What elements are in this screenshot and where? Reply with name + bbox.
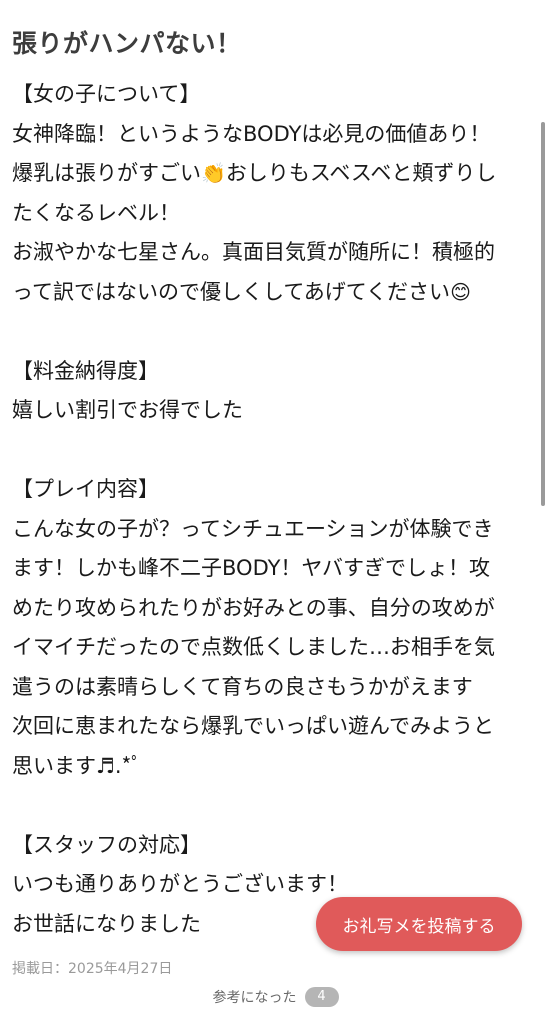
review-title: 張りがハンパない！ bbox=[12, 29, 242, 58]
review-text-fragment: って訳ではないので優しくしてあげてください bbox=[12, 279, 451, 304]
review-text-line: こんな女の子が？ってシチュエーションが体験でき bbox=[12, 516, 494, 541]
review-text-line: 女神降臨！というようなBODYは必見の価値あり！ bbox=[12, 121, 491, 146]
review-text-line: ます！しかも峰不二子BODY！ヤバすぎでしょ！攻 bbox=[12, 556, 490, 580]
review-text-line: イマイチだったので点数低くしました…お相手を気 bbox=[12, 635, 495, 659]
review-body: 【女の子について】 女神降臨！というようなBODYは必見の価値あり！ 爆乳は張り… bbox=[12, 75, 538, 944]
helpful-count-badge: 4 bbox=[304, 987, 339, 1007]
review-text-line: 遣うのは素晴らしくて育ちの良さもうかがえます bbox=[12, 674, 473, 699]
review-text-fragment: おしりもスベスベと頬ずりし bbox=[225, 161, 497, 185]
section-heading-staff: 【スタッフの対応】 bbox=[12, 832, 201, 857]
review-text-line: 嬉しい割引でお得でした bbox=[12, 398, 243, 422]
clapping-hands-icon: 👏 bbox=[201, 161, 226, 185]
helpful-label: 参考になった bbox=[212, 990, 297, 1006]
review-text-line: お淑やかな七星さん。真面目気質が随所に！積極的 bbox=[12, 240, 495, 264]
helpful-button[interactable]: 参考になった 4 bbox=[0, 987, 551, 1007]
review-text-line: って訳ではないので優しくしてあげてください😊 bbox=[12, 273, 538, 313]
section-heading-girl: 【女の子について】 bbox=[12, 82, 201, 106]
section-heading-price: 【料金納得度】 bbox=[12, 358, 159, 383]
review-text-line: 爆乳は張りがすごい👏おしりもスベスベと頬ずりし bbox=[12, 154, 538, 194]
section-heading-play: 【プレイ内容】 bbox=[12, 477, 159, 501]
review-text-line: めたり攻められたりがお好みとの事、自分の攻めが bbox=[12, 595, 495, 620]
smiling-face-icon: 😊 bbox=[450, 279, 471, 304]
vertical-scrollbar[interactable] bbox=[541, 122, 545, 506]
post-thank-you-photo-button[interactable]: お礼写メを投稿する bbox=[316, 897, 522, 951]
review-text-line: 思います♬.*ﾟ bbox=[12, 753, 142, 778]
review-text-line: たくなるレベル！ bbox=[12, 200, 180, 225]
review-text-fragment: 爆乳は張りがすごい bbox=[12, 161, 201, 185]
posted-date: 掲載日：2025年4月27日 bbox=[12, 961, 173, 977]
review-text-line: 次回に恵まれたなら爆乳でいっぱい遊んでみようと bbox=[12, 714, 494, 738]
